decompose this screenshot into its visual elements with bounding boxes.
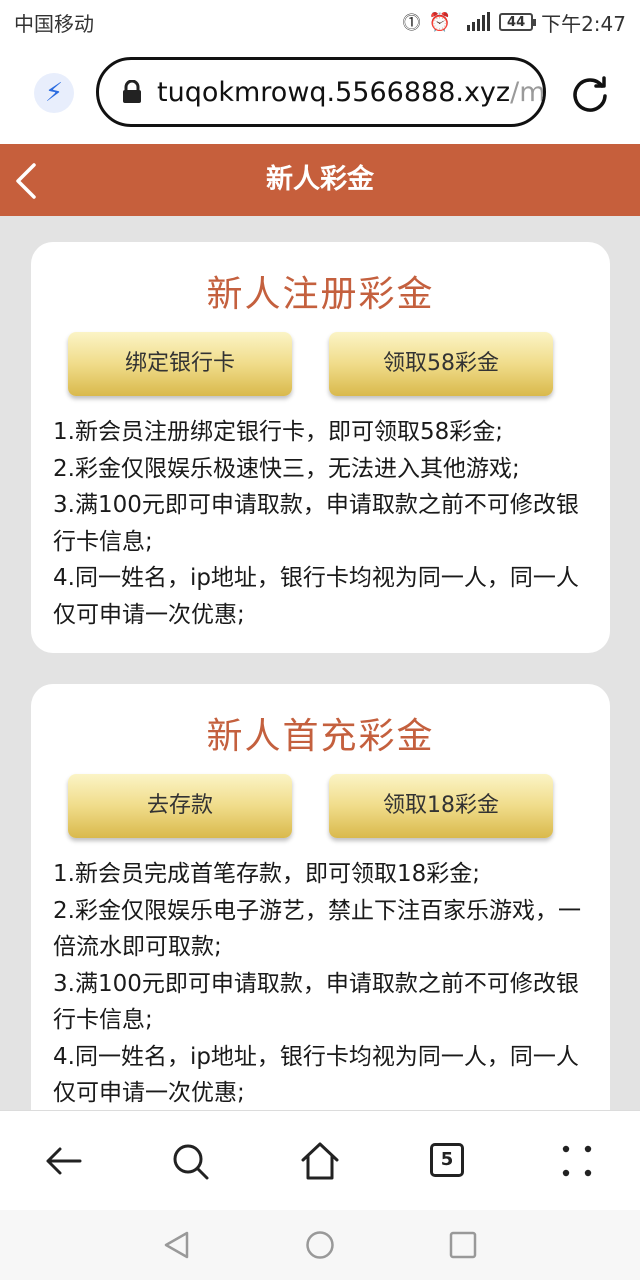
content-area[interactable]: 新人注册彩金 绑定银行卡 领取58彩金 1.新会员注册绑定银行卡，即可领取58彩…	[0, 216, 640, 1110]
claim-18-bonus-button[interactable]: 领取18彩金	[329, 774, 553, 838]
rule-item: 4.同一姓名，ip地址，银行卡均视为同一人，同一人仅可申请一次优惠;	[53, 1043, 579, 1107]
card-title: 新人首充彩金	[206, 716, 435, 757]
home-icon[interactable]	[298, 1139, 342, 1183]
tabs-count-button[interactable]: 5	[430, 1143, 464, 1177]
rule-item: 4.同一姓名，ip地址，银行卡均视为同一人，同一人仅可申请一次优惠;	[53, 565, 579, 628]
rules-list: 1.新会员注册绑定银行卡，即可领取58彩金; 2.彩金仅限娱乐极速快三，无法进入…	[31, 402, 610, 633]
lock-icon	[123, 80, 141, 103]
status-bar: 中国移动 ⓵ ⏰ 44 下午2:47	[0, 0, 640, 44]
more-icon[interactable]	[556, 1139, 600, 1183]
clock: 下午2:47	[541, 11, 626, 36]
back-icon[interactable]	[42, 1139, 86, 1183]
rules-list: 1.新会员完成首笔存款，即可领取18彩金; 2.彩金仅限娱乐电子游艺，禁止下注百…	[31, 844, 610, 1110]
reload-icon[interactable]	[570, 74, 610, 114]
browser-bottom-nav: 5	[0, 1110, 640, 1210]
rule-item: 1.新会员注册绑定银行卡，即可领取58彩金;	[53, 419, 503, 445]
card-title: 新人注册彩金	[206, 274, 435, 315]
back-arrow-icon[interactable]	[12, 162, 42, 200]
first-deposit-bonus-card: 新人首充彩金 去存款 领取18彩金 1.新会员完成首笔存款，即可领取18彩金; …	[31, 684, 610, 1110]
register-bonus-card: 新人注册彩金 绑定银行卡 领取58彩金 1.新会员注册绑定银行卡，即可领取58彩…	[31, 242, 610, 653]
rule-item: 3.满100元即可申请取款，申请取款之前不可修改银行卡信息;	[53, 970, 579, 1034]
search-icon[interactable]	[168, 1139, 212, 1183]
claim-58-bonus-button[interactable]: 领取58彩金	[329, 332, 553, 396]
alarm-icon: ⏰	[428, 11, 452, 33]
nav-recents-icon[interactable]	[448, 1230, 478, 1260]
battery-icon: 44	[499, 13, 537, 31]
rule-item: 2.彩金仅限娱乐电子游艺，禁止下注百家乐游戏，一倍流水即可取款;	[53, 897, 581, 961]
system-nav-bar	[0, 1210, 640, 1280]
page-title: 新人彩金	[266, 164, 374, 195]
status-icons: ⓵ ⏰ 44 下午2:47	[403, 8, 626, 37]
nav-back-icon[interactable]	[162, 1230, 192, 1260]
signal-icon	[467, 12, 491, 31]
hd-call-icon: ⓵	[402, 13, 421, 34]
deposit-button[interactable]: 去存款	[68, 774, 292, 838]
address-bar[interactable]: tuqokmrowq.5566888.xyz/m/	[96, 57, 546, 127]
browser-toolbar: ⚡ tuqokmrowq.5566888.xyz/m/	[0, 44, 640, 144]
url-path: /m/	[510, 76, 546, 108]
rule-item: 1.新会员完成首笔存款，即可领取18彩金;	[53, 861, 480, 887]
page-header: 新人彩金	[0, 144, 640, 216]
rule-item: 3.满100元即可申请取款，申请取款之前不可修改银行卡信息;	[53, 492, 579, 555]
carrier-label: 中国移动	[14, 11, 94, 36]
url-host: tuqokmrowq.5566888.xyz	[157, 76, 511, 108]
nav-home-icon[interactable]	[305, 1230, 335, 1260]
lightning-icon[interactable]: ⚡	[34, 73, 74, 113]
rule-item: 2.彩金仅限娱乐极速快三，无法进入其他游戏;	[53, 455, 520, 482]
bind-bank-card-button[interactable]: 绑定银行卡	[68, 332, 292, 396]
